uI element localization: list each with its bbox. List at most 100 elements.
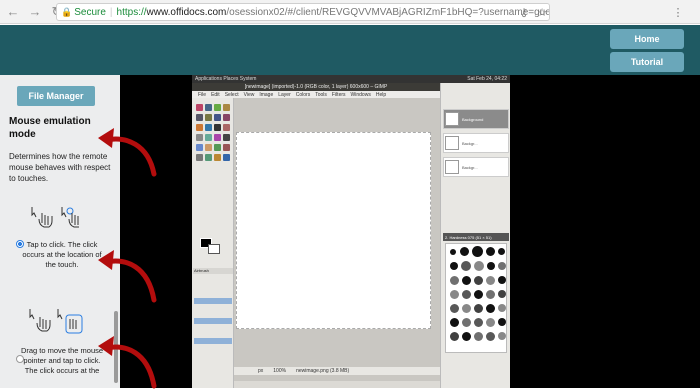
scale-tool-icon[interactable]	[223, 114, 230, 121]
brush-preview[interactable]	[474, 276, 483, 285]
brush-preview[interactable]	[450, 304, 459, 313]
brush-preview[interactable]	[450, 290, 459, 299]
move-tool-icon[interactable]	[196, 114, 203, 121]
brush-preview[interactable]	[474, 304, 483, 313]
brush-preview[interactable]	[474, 318, 483, 327]
brush-preview[interactable]	[486, 332, 495, 341]
brush-preview[interactable]	[498, 318, 506, 326]
brush-preview[interactable]	[486, 318, 495, 327]
tap-to-click-label: Tap to click. The click occurs at the lo…	[22, 240, 102, 269]
rotate-tool-icon[interactable]	[214, 114, 221, 121]
brush-preview[interactable]	[498, 332, 506, 340]
brush-preview[interactable]	[498, 262, 506, 270]
layer-row[interactable]: Background	[443, 109, 509, 129]
dodge-tool-icon[interactable]	[214, 144, 221, 151]
fuzzy-select-tool-icon[interactable]	[223, 104, 230, 111]
measure-tool-icon[interactable]	[196, 154, 203, 161]
free-select-tool-icon[interactable]	[214, 104, 221, 111]
drag-to-move-label: Drag to move the mouse pointer and tap t…	[20, 346, 104, 375]
brush-preview[interactable]	[450, 249, 456, 255]
units-select[interactable]: px	[258, 368, 263, 374]
gimp-menu-file[interactable]: File	[198, 92, 206, 98]
brush-preview[interactable]	[460, 247, 469, 256]
gimp-menu-help[interactable]: Help	[376, 92, 386, 98]
opacity-slider[interactable]	[194, 298, 232, 304]
gimp-menu-tools[interactable]: Tools	[315, 92, 327, 98]
home-button[interactable]: Home	[610, 29, 684, 49]
brush-preview[interactable]	[474, 332, 483, 341]
airbrush-tool-icon[interactable]	[205, 134, 212, 141]
gimp-menu-image[interactable]: Image	[259, 92, 273, 98]
brushes-grid[interactable]	[445, 243, 507, 353]
brush-preview[interactable]	[462, 304, 471, 313]
bucket-fill-tool-icon[interactable]	[196, 124, 203, 131]
pencil-tool-icon[interactable]	[214, 124, 221, 131]
brush-preview[interactable]	[461, 261, 471, 271]
brush-preview[interactable]	[462, 276, 471, 285]
paintbrush-tool-icon[interactable]	[223, 124, 230, 131]
layer-row[interactable]: Backgr...	[443, 133, 509, 153]
path-tool-icon[interactable]	[214, 154, 221, 161]
rect-select-tool-icon[interactable]	[196, 104, 203, 111]
brush-preview[interactable]	[450, 318, 459, 327]
brush-preview[interactable]	[474, 261, 484, 271]
zoom-tool-icon[interactable]	[205, 154, 212, 161]
layer-row[interactable]: Backgr...	[443, 157, 509, 177]
desktop-top-bar: Applications Places System Sat Feb 24, 0…	[192, 75, 510, 83]
smudge-tool-icon[interactable]	[205, 144, 212, 151]
gimp-menu-edit[interactable]: Edit	[211, 92, 220, 98]
gimp-menu-windows[interactable]: Windows	[351, 92, 371, 98]
gimp-menu-view[interactable]: View	[244, 92, 255, 98]
eraser-tool-icon[interactable]	[196, 134, 203, 141]
brush-preview[interactable]	[450, 276, 459, 285]
text-tool-icon[interactable]	[223, 134, 230, 141]
brush-preview[interactable]	[462, 332, 471, 341]
menu-icon[interactable]: ⋮	[670, 4, 686, 20]
perspective-tool-icon[interactable]	[223, 154, 230, 161]
brush-preview[interactable]	[462, 318, 471, 327]
layer-thumbnail	[445, 112, 459, 126]
brush-preview[interactable]	[450, 332, 459, 341]
crop-tool-icon[interactable]	[205, 114, 212, 121]
key-icon[interactable]: ⚷	[516, 4, 532, 20]
tutorial-button[interactable]: Tutorial	[610, 52, 684, 72]
brush-preview[interactable]	[450, 262, 458, 270]
desktop-menu[interactable]: Applications Places System	[195, 76, 256, 82]
hardness-slider[interactable]	[194, 338, 232, 344]
brush-preview[interactable]	[498, 290, 506, 298]
file-manager-button[interactable]: File Manager	[17, 86, 95, 106]
brush-preview[interactable]	[498, 304, 506, 312]
back-icon[interactable]: ←	[4, 3, 22, 21]
color-picker-tool-icon[interactable]	[223, 144, 230, 151]
lock-icon: 🔒	[61, 6, 73, 17]
brush-preview[interactable]	[486, 304, 495, 313]
blend-tool-icon[interactable]	[205, 124, 212, 131]
brush-preview[interactable]	[487, 262, 495, 270]
brush-preview[interactable]	[486, 290, 495, 299]
image-canvas[interactable]	[236, 132, 431, 329]
gimp-status-bar: px 100% newimage.png (3.8 MB)	[234, 367, 440, 375]
address-bar[interactable]: 🔒 Secure | https:// www.offidocs.com /os…	[56, 3, 550, 21]
brush-preview[interactable]	[486, 247, 495, 256]
ellipse-select-tool-icon[interactable]	[205, 104, 212, 111]
background-color-swatch[interactable]	[208, 244, 220, 254]
clone-tool-icon[interactable]	[196, 144, 203, 151]
brush-preview[interactable]	[498, 276, 506, 284]
bookmark-star-icon[interactable]: ☆	[534, 4, 550, 20]
ink-tool-icon[interactable]	[214, 134, 221, 141]
gimp-window[interactable]: Applications Places System Sat Feb 24, 0…	[192, 75, 510, 388]
gimp-menu-filters[interactable]: Filters	[332, 92, 346, 98]
secure-label: Secure	[74, 6, 106, 18]
gimp-menu-select[interactable]: Select	[225, 92, 239, 98]
brush-preview[interactable]	[472, 246, 483, 257]
brush-preview[interactable]	[486, 276, 495, 285]
brush-preview[interactable]	[462, 290, 471, 299]
zoom-select[interactable]: 100%	[273, 368, 286, 374]
status-filename: newimage.png (3.8 MB)	[296, 368, 350, 374]
brush-preview[interactable]	[498, 248, 505, 255]
brush-preview[interactable]	[474, 290, 483, 299]
gimp-menu-colors[interactable]: Colors	[296, 92, 310, 98]
gimp-menu-layer[interactable]: Layer	[278, 92, 291, 98]
size-slider[interactable]	[194, 318, 232, 324]
forward-icon[interactable]: →	[26, 3, 44, 21]
